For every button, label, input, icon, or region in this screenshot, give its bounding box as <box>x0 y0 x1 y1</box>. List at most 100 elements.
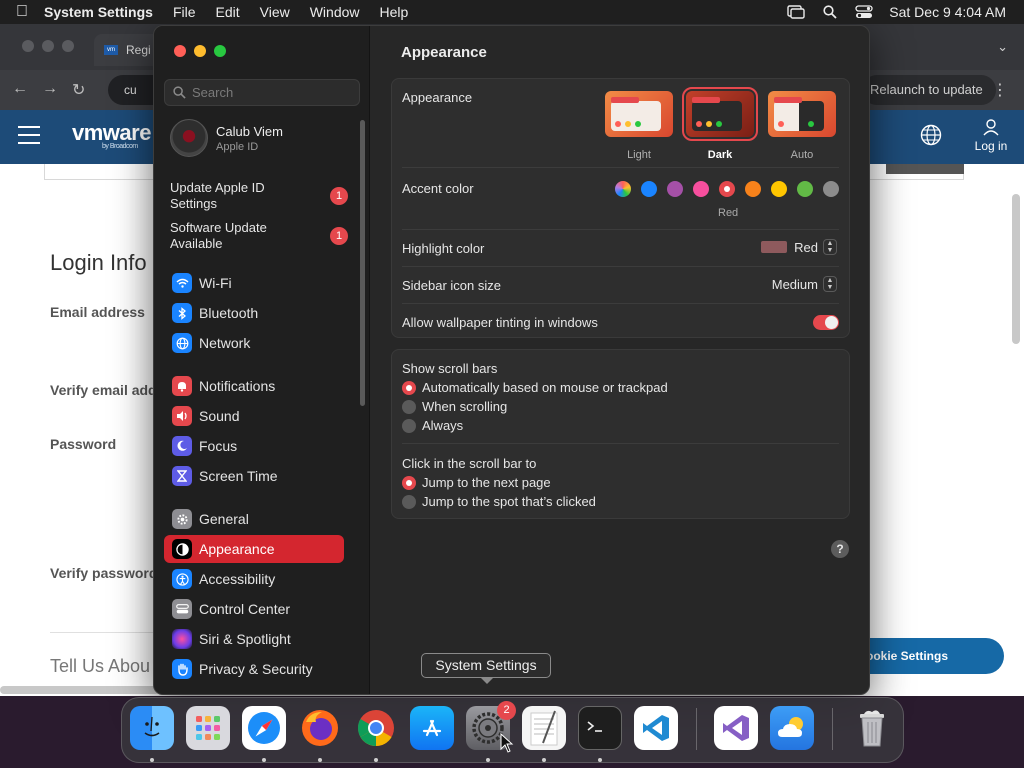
sidebar-search <box>164 79 360 106</box>
browser-window-controls <box>22 40 74 52</box>
app-store-icon[interactable] <box>410 706 454 750</box>
vmware-logo[interactable]: vmware by Broadcom <box>72 120 151 150</box>
click-radio-next-page[interactable]: Jump to the next page <box>402 475 551 490</box>
sidebar-item-wifi[interactable]: Wi-Fi <box>164 269 344 297</box>
sidebar-item-general[interactable]: General <box>164 505 344 533</box>
sidebar-item-sound[interactable]: Sound <box>164 402 344 430</box>
accent-color-swatch[interactable] <box>823 181 839 197</box>
trash-icon[interactable] <box>850 706 894 750</box>
control-center-icon[interactable] <box>847 5 881 19</box>
popup-chevron-icon: ▲ ▼ <box>823 276 837 292</box>
login-button[interactable]: Log in <box>970 118 1012 153</box>
scroll-radio-automatic[interactable]: Automatically based on mouse or trackpad <box>402 380 668 395</box>
spotlight-search-icon[interactable] <box>813 5 847 19</box>
zoom-window-button[interactable] <box>214 45 226 57</box>
weather-icon[interactable] <box>770 706 814 750</box>
sidebar-item-bluetooth[interactable]: Bluetooth <box>164 299 344 327</box>
forward-arrow-icon[interactable]: → <box>42 80 58 100</box>
safari-icon[interactable] <box>242 706 286 750</box>
radio-dot <box>402 475 416 490</box>
language-globe-icon[interactable] <box>920 124 942 146</box>
sidebar-item-network[interactable]: Network <box>164 329 344 357</box>
sidebar-icon-size-popup[interactable]: Medium ▲ ▼ <box>772 276 837 292</box>
system-settings-window: Calub Viem Apple ID Update Apple ID Sett… <box>153 25 870 695</box>
sidebar-item-label: Siri & Spotlight <box>199 631 291 647</box>
theme-option-light[interactable]: Light <box>603 91 675 161</box>
sidebar-item-label: Privacy & Security <box>199 661 313 677</box>
sidebar-item-accessibility[interactable]: Accessibility <box>164 565 344 593</box>
search-icon <box>173 86 186 99</box>
menu-help[interactable]: Help <box>380 4 409 20</box>
sidebar-item-control-center[interactable]: Control Center <box>164 595 344 623</box>
sidebar-item-notifications[interactable]: Notifications <box>164 372 344 400</box>
sidebar-item-privacy-security[interactable]: Privacy & Security <box>164 655 344 683</box>
vmware-favicon-icon: vm <box>104 45 118 55</box>
menu-window[interactable]: Window <box>310 4 360 20</box>
vscode-icon[interactable] <box>634 706 678 750</box>
accent-color-swatch[interactable] <box>797 181 813 197</box>
accent-color-swatch[interactable] <box>641 181 657 197</box>
page-horizontal-scrollbar[interactable] <box>0 686 160 694</box>
help-button[interactable]: ? <box>831 540 849 558</box>
apple-menu-icon[interactable]:  <box>0 3 34 21</box>
screen-mirroring-icon[interactable] <box>779 5 813 19</box>
menu-file[interactable]: File <box>173 4 196 20</box>
firefox-icon[interactable] <box>298 706 342 750</box>
radio-label: Always <box>422 418 464 433</box>
notice-label: Software Update Available <box>170 220 267 251</box>
software-update-notice[interactable]: Software Update Available 1 <box>170 220 360 252</box>
sidebar-item-focus[interactable]: Focus <box>164 432 344 460</box>
wallpaper-tinting-toggle[interactable] <box>813 315 839 330</box>
highlight-color-popup[interactable]: Red ▲ ▼ <box>761 239 837 255</box>
menu-edit[interactable]: Edit <box>216 4 240 20</box>
page-scrollbar[interactable] <box>1012 194 1020 344</box>
theme-option-auto[interactable]: Auto <box>766 91 838 161</box>
visual-studio-icon[interactable] <box>714 706 758 750</box>
sidebar-item-label: Notifications <box>199 378 276 394</box>
launchpad-icon[interactable] <box>186 706 230 750</box>
apple-id-profile[interactable]: Calub Viem Apple ID <box>170 119 283 157</box>
browser-menu-icon[interactable]: ⋮ <box>992 80 1008 100</box>
tab-search-chevron-icon[interactable]: ⌄ <box>997 39 1008 55</box>
reload-icon[interactable]: ↻ <box>72 80 85 100</box>
menubar-clock[interactable]: Sat Dec 9 4:04 AM <box>889 4 1006 20</box>
accent-color-swatch[interactable] <box>615 181 631 197</box>
theme-caption: Light <box>627 149 651 161</box>
accent-color-swatch[interactable] <box>693 181 709 197</box>
scroll-radio-when-scrolling[interactable]: When scrolling <box>402 399 507 414</box>
click-radio-spot-clicked[interactable]: Jump to the spot that’s clicked <box>402 494 596 509</box>
sidebar-scrollbar[interactable] <box>360 120 365 406</box>
hand-icon <box>172 659 192 679</box>
sidebar-item-label: Screen Time <box>199 468 278 484</box>
accent-color-swatch[interactable] <box>719 181 735 197</box>
menu-app-name[interactable]: System Settings <box>44 4 153 20</box>
theme-option-dark[interactable]: Dark <box>682 87 758 161</box>
chrome-icon[interactable] <box>354 706 398 750</box>
finder-icon[interactable] <box>130 706 174 750</box>
sidebar-item-screen-time[interactable]: Screen Time <box>164 462 344 490</box>
sidebar-item-appearance[interactable]: Appearance <box>164 535 344 563</box>
minimize-window-button[interactable] <box>194 45 206 57</box>
divider <box>402 266 839 267</box>
menu-view[interactable]: View <box>260 4 290 20</box>
appearance-group: Appearance Light Dark Auto Accent color … <box>391 78 850 338</box>
relaunch-to-update-button[interactable]: Relaunch to update <box>862 75 996 105</box>
sidebar-item-siri-spotlight[interactable]: Siri & Spotlight <box>164 625 344 653</box>
search-input[interactable] <box>192 85 352 100</box>
sidebar-item-label: Bluetooth <box>199 305 259 321</box>
scroll-radio-always[interactable]: Always <box>402 418 463 433</box>
back-arrow-icon[interactable]: ← <box>12 80 28 100</box>
wallpaper-tinting-label: Allow wallpaper tinting in windows <box>402 315 598 330</box>
profile-name: Calub Viem <box>216 123 283 139</box>
textedit-icon[interactable] <box>522 706 566 750</box>
update-apple-id-notice[interactable]: Update Apple ID Settings 1 <box>170 180 360 212</box>
close-window-button[interactable] <box>174 45 186 57</box>
click-scroll-bar-label: Click in the scroll bar to <box>402 456 537 471</box>
terminal-icon[interactable] <box>578 706 622 750</box>
hamburger-menu-icon[interactable] <box>18 126 40 150</box>
vmware-logo-text: vmware <box>72 120 151 145</box>
accent-color-swatch[interactable] <box>771 181 787 197</box>
sidebar-item-label: Sound <box>199 408 240 424</box>
accent-color-swatch[interactable] <box>745 181 761 197</box>
accent-color-swatch[interactable] <box>667 181 683 197</box>
